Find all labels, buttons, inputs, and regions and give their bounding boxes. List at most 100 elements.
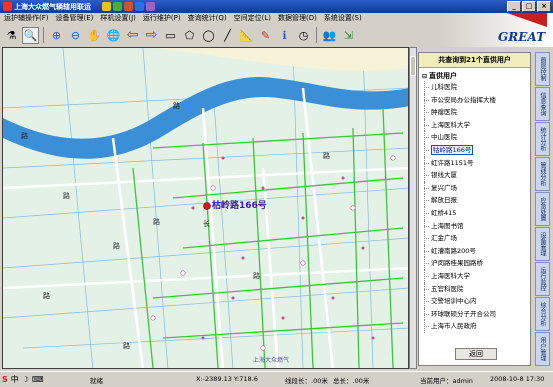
menu-data[interactable]: 数据管理(D) — [278, 13, 317, 24]
window-title: 上海大众燃气辆辖用联运 — [14, 3, 91, 11]
menu-query[interactable]: 查询统计(Q) — [188, 13, 227, 24]
logo-red-banner — [507, 13, 547, 27]
line-tool-icon[interactable]: ╱ — [219, 27, 236, 44]
menu-sample[interactable]: 样机设置(J) — [100, 13, 136, 24]
menu-locate[interactable]: 空间定位(L) — [234, 13, 271, 24]
menu-system[interactable]: 系统设置(S) — [324, 13, 362, 24]
circle-select-icon[interactable]: ◯ — [200, 27, 217, 44]
back-arrow-icon[interactable]: ⇦ — [124, 27, 141, 44]
zoom-in-icon[interactable]: ⊕ — [48, 27, 65, 44]
side-tab[interactable]: 管线分析 — [535, 157, 550, 191]
list-item[interactable]: 虹漕南路200号 — [422, 244, 526, 258]
user-list-panel: 共查询到21个直供用户 ⊟ 直供用户 儿科医院 市公安局办公指挥大楼 肿瘤医院 … — [418, 52, 531, 366]
return-button[interactable]: 返回 — [455, 348, 497, 360]
settings-quick-icon[interactable] — [146, 2, 155, 11]
side-tab[interactable]: 设备管理 — [535, 227, 550, 261]
info-icon[interactable]: ℹ — [276, 27, 293, 44]
panel-header: 共查询到21个直供用户 — [419, 53, 530, 68]
side-tab[interactable]: 统计分析 — [535, 122, 550, 156]
forward-arrow-icon[interactable]: ⇨ — [143, 27, 160, 44]
refresh-quick-icon[interactable] — [113, 2, 122, 11]
hand-pan-icon[interactable]: ✋ — [86, 27, 103, 44]
status-line-length: 线段长：.00米 — [285, 377, 328, 385]
map-marker[interactable] — [203, 202, 211, 210]
list-item[interactable]: 上海图书馆 — [422, 219, 526, 233]
list-item[interactable]: 环球联硕分子开合公司 — [422, 307, 526, 321]
status-user: 当前用户：admin — [420, 377, 473, 385]
list-item[interactable]: 上海市人民政府 — [422, 320, 526, 333]
moon-icon[interactable]: ☽ — [22, 375, 29, 384]
list-item[interactable]: 解放日报 — [422, 194, 526, 207]
ime-mode-icon[interactable]: S — [2, 375, 8, 384]
keyboard-icon[interactable]: ⌨ — [32, 375, 44, 384]
menu-device[interactable]: 设备管理(E) — [56, 13, 94, 24]
marker-label: 枯岭路166号 — [212, 199, 267, 211]
logo-text: GREAT — [498, 30, 545, 44]
ime-bar[interactable]: S 中 ☽ ⌨ — [2, 373, 43, 385]
scrollbar-thumb[interactable] — [410, 56, 416, 76]
users-icon[interactable]: 👥 — [321, 27, 338, 44]
measure-icon[interactable]: 📐 — [238, 27, 255, 44]
map-label: 路 — [113, 241, 120, 250]
side-tab[interactable]: 运行监控 — [535, 262, 550, 296]
map-label: 路 — [43, 291, 50, 300]
list-item[interactable]: 汇金广场 — [422, 232, 526, 245]
map-label: 上海大众燃气 — [253, 356, 289, 364]
zoom-out-icon[interactable]: ⊖ — [67, 27, 84, 44]
user-tree: 儿科医院 市公安局办公指挥大楼 肿瘤医院 上海医科大学 中山医院 牯岭路166号… — [422, 81, 526, 339]
list-item[interactable]: 肿瘤医院 — [422, 106, 526, 119]
minimize-button[interactable]: _ — [507, 1, 521, 12]
menu-bar: 运护辅操作(F) 设备管理(E) 样机设置(J) 运行维护(P) 查询统计(Q)… — [0, 13, 444, 24]
pin-quick-icon[interactable] — [102, 2, 111, 11]
collapse-icon[interactable]: ⊟ — [422, 73, 427, 80]
maximize-button[interactable]: □ — [522, 1, 536, 12]
list-item[interactable]: 复兴广场 — [422, 181, 526, 195]
list-item[interactable]: 五官科医院 — [422, 282, 526, 296]
map-view[interactable]: 枯岭路166号 上海大众燃气 路 路 路 长 路 路 路 路 路 路 — [2, 47, 409, 369]
globe-icon[interactable]: 🌐 — [105, 27, 122, 44]
clock-icon[interactable]: ◷ — [295, 27, 312, 44]
list-item[interactable]: 市公安局办公指挥大楼 — [422, 93, 526, 107]
side-tab[interactable]: 应急处置 — [535, 192, 550, 226]
flask-icon[interactable]: ⚗ — [3, 27, 20, 44]
print-quick-icon[interactable] — [124, 2, 133, 11]
map-label: 路 — [21, 131, 28, 140]
list-item[interactable]: 虹桥415 — [422, 206, 526, 220]
polygon-select-icon[interactable]: ⬠ — [181, 27, 198, 44]
side-tab[interactable]: 用户管理 — [535, 332, 550, 366]
map-canvas[interactable]: 枯岭路166号 上海大众燃气 路 路 路 长 路 路 路 路 路 路 — [3, 48, 409, 369]
toolbar: ⚗ 🔍 ⊕ ⊖ ✋ 🌐 ⇦ ⇨ ▭ ⬠ ◯ ╱ 📐 ✎ ℹ ◷ 👥 ⇲ — [0, 24, 443, 46]
pin-icon[interactable]: ✎ — [257, 27, 274, 44]
list-item[interactable]: 沪闵路桂果园路桥 — [422, 257, 526, 270]
list-item[interactable]: 儿科医院 — [422, 81, 526, 94]
map-label: 路 — [323, 151, 330, 160]
tree-root[interactable]: ⊟ 直供用户 — [422, 71, 457, 81]
save-quick-icon[interactable] — [135, 2, 144, 11]
list-item[interactable]: 虹许路1151号 — [422, 156, 526, 170]
zoom-tool-icon[interactable]: 🔍 — [22, 26, 39, 44]
list-item[interactable]: 交警培训中心内 — [422, 295, 526, 308]
side-tab[interactable]: 综合分析 — [535, 297, 550, 331]
side-tab[interactable]: 图层控制 — [535, 52, 550, 86]
list-item[interactable]: 中山医院 — [422, 131, 526, 144]
list-item[interactable]: 上海医科大学 — [422, 269, 526, 283]
map-scrollbar[interactable] — [409, 47, 417, 369]
quick-access-icons — [102, 2, 155, 11]
list-item-selected[interactable]: 牯岭路166号 — [422, 143, 526, 157]
map-label: 长 — [203, 219, 210, 228]
status-datetime: 2008-10-8 17:30 — [490, 375, 545, 383]
list-item[interactable]: 银线大厦 — [422, 169, 526, 182]
title-bar: 上海大众燃气辆辖用联运 _ □ × — [0, 0, 553, 13]
export-icon[interactable]: ⇲ — [340, 27, 357, 44]
status-ready: 就绪 — [90, 377, 103, 385]
toolbar-separator — [316, 27, 317, 43]
list-item[interactable]: 上海医科大学 — [422, 118, 526, 132]
close-button[interactable]: × — [537, 1, 551, 12]
menu-maintain[interactable]: 运行维护(P) — [143, 13, 181, 24]
status-total-length: 总长：.00米 — [333, 377, 370, 385]
status-coords: X:-2389.13 Y:718.6 — [196, 375, 258, 383]
ime-language[interactable]: 中 — [11, 374, 19, 385]
menu-operation[interactable]: 运护辅操作(F) — [4, 13, 49, 24]
side-tab[interactable]: 信息查询 — [535, 87, 550, 121]
rectangle-select-icon[interactable]: ▭ — [162, 27, 179, 44]
